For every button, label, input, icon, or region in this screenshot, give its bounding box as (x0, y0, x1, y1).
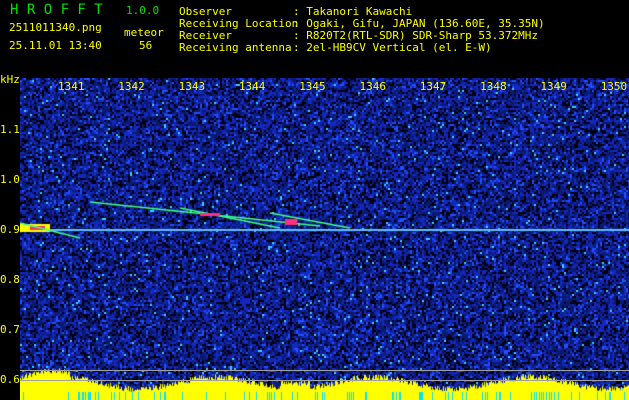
file-datetime: 25.11.01 13:40 (9, 39, 102, 52)
x-tick-label: 1344 (238, 80, 266, 93)
info-label: Receiving antenna (179, 41, 292, 54)
y-tick-label: 0.7 (0, 323, 20, 336)
reference-line (20, 370, 629, 371)
x-tick-label: 1346 (359, 80, 387, 93)
y-axis-unit: kHz (0, 73, 20, 86)
y-tick-label: 1.1 (0, 123, 20, 136)
spectrogram (20, 78, 629, 400)
detection-count: 56 (139, 39, 153, 52)
y-tick-label: 0.8 (0, 273, 20, 286)
file-name: 2511011340.png (9, 21, 102, 34)
x-tick-label: 1347 (419, 80, 447, 93)
x-tick-label: 1348 (480, 80, 507, 93)
x-tick-label: 1342 (118, 80, 145, 93)
x-tick-label: 1345 (299, 80, 326, 93)
y-tick-label: 0.6 (0, 373, 20, 386)
x-tick-label: 1349 (540, 80, 567, 93)
x-tick-label: 1341 (58, 80, 85, 93)
reference-line (20, 380, 629, 381)
y-tick-label: 0.9 (0, 223, 20, 236)
x-tick-label: 1350 (600, 80, 628, 93)
x-tick-label: 1343 (178, 80, 206, 93)
y-tick-label: 1.0 (0, 173, 20, 186)
info-value: : 2el-HB9CV Vertical (el. E-W) (293, 41, 492, 54)
detection-label: meteor (124, 26, 164, 39)
app-version: 1.0.0 (126, 4, 160, 17)
app-title: H R O F F T (10, 2, 103, 18)
